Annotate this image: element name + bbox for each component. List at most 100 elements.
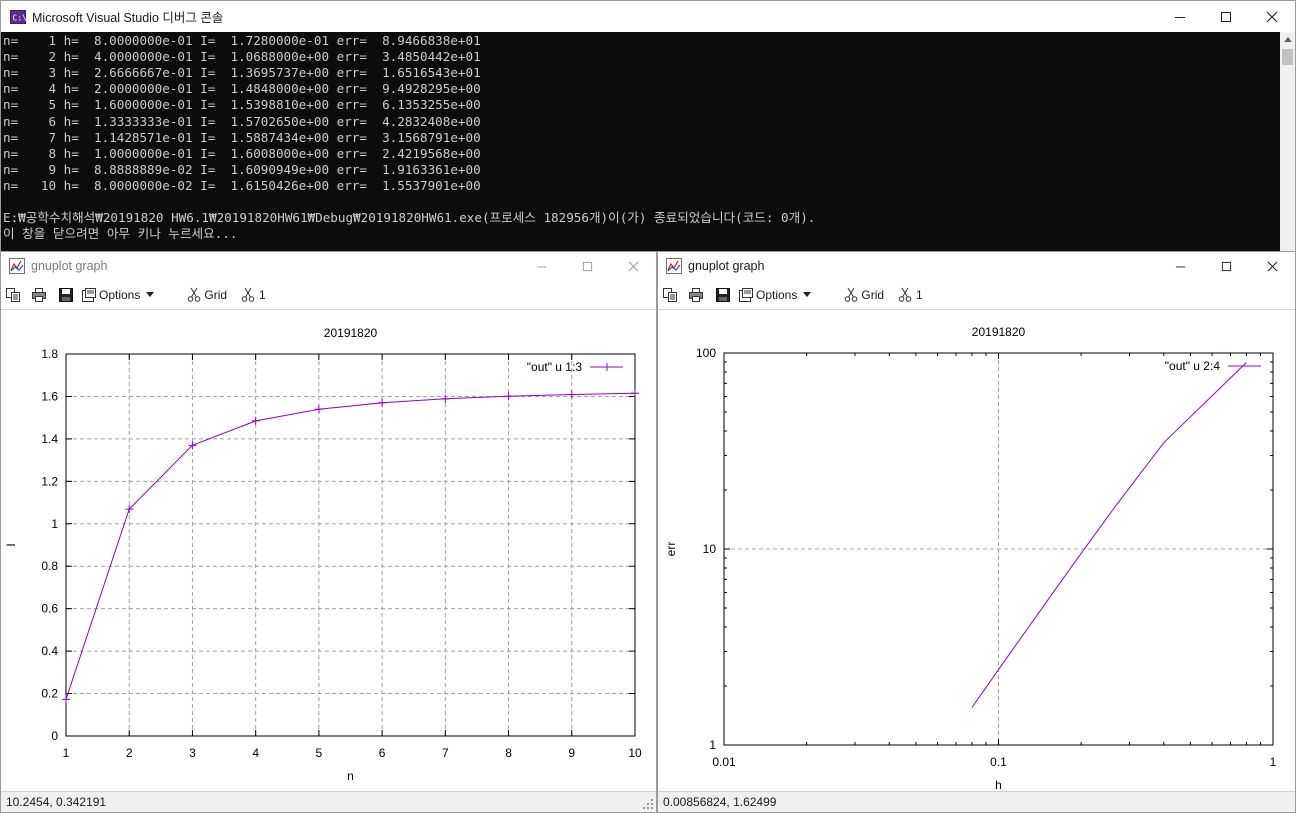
data-point-marker — [314, 405, 323, 414]
gnuplot-title: gnuplot graph — [688, 259, 765, 273]
x-axis-label: h — [995, 778, 1002, 792]
close-icon — [1267, 261, 1277, 271]
options-icon — [739, 287, 753, 302]
y-tick-label: 0 — [51, 729, 58, 743]
chart-title: 20191820 — [324, 326, 378, 340]
maximize-button[interactable] — [1203, 252, 1249, 280]
scrollbar-thumb[interactable] — [1282, 49, 1293, 65]
console-line: n= 5 h= 1.6000000e-01 I= 1.5398810e+00 e… — [3, 97, 481, 113]
copy-icon — [663, 287, 677, 302]
plot-canvas[interactable]: 1 2 3 4 5 6 7 8 9 10 0 0.2 0.4 0.6 0.8 1 1.2 1.4 1.6 1.8 201… — [1, 309, 656, 791]
close-button[interactable] — [1249, 252, 1295, 280]
grid-button-icon-wrap[interactable] — [843, 284, 859, 306]
scissors-icon — [845, 287, 858, 302]
x-tick-label: 5 — [316, 746, 323, 760]
resize-grip-icon[interactable] — [642, 798, 654, 810]
console-line: 이 창을 닫으려면 아무 키나 누르세요... — [3, 226, 238, 242]
x-tick-label: 8 — [505, 746, 512, 760]
y-tick-label: 0.2 — [41, 687, 58, 701]
data-point-marker — [62, 695, 70, 704]
floppy-disk-icon — [59, 287, 73, 302]
scroll-up-arrow-icon[interactable] — [1280, 32, 1295, 47]
grid-toggle-button[interactable]: Grid — [204, 288, 227, 302]
gnuplot-toolbar: Options Grid 1 — [1, 281, 656, 308]
plot-border — [65, 353, 636, 737]
close-button[interactable] — [1249, 1, 1295, 32]
options-button[interactable] — [79, 284, 99, 306]
minimize-button[interactable] — [518, 252, 564, 280]
plot-1-toggle-button[interactable]: 1 — [259, 288, 266, 302]
x-tick-label: 2 — [126, 746, 133, 760]
svg-text:C:\: C:\ — [13, 13, 27, 22]
console-line: n= 2 h= 4.0000000e-01 I= 1.0688000e+00 e… — [3, 49, 481, 65]
dropdown-arrow-icon[interactable] — [803, 292, 812, 297]
grid-toggle-button[interactable]: Grid — [861, 288, 884, 302]
chart-title: 20191820 — [972, 325, 1026, 339]
gnuplot-window-1[interactable]: gnuplot graph Options Grid 1 12345 6 7 8… — [0, 251, 657, 813]
minimize-button[interactable] — [1157, 252, 1203, 280]
x-tick-label: 0.01 — [712, 755, 736, 769]
minimize-button[interactable] — [1157, 1, 1203, 32]
copy-button[interactable] — [1, 284, 25, 306]
minimize-icon — [1175, 266, 1185, 267]
maximize-button[interactable] — [1203, 1, 1249, 32]
minimize-icon — [1175, 16, 1185, 18]
plot-1-toggle-button[interactable]: 1 — [916, 288, 923, 302]
options-button[interactable] — [736, 284, 756, 306]
maximize-icon — [1221, 261, 1231, 271]
series-line — [971, 362, 1247, 708]
console-title-bar[interactable]: C:\ Microsoft Visual Studio 디버그 콘솔 — [1, 1, 1295, 32]
gnuplot-title-bar[interactable]: gnuplot graph — [1, 252, 656, 280]
console-output[interactable]: n= 1 h= 8.0000000e-01 I= 1.7280000e-01 e… — [1, 32, 1281, 252]
copy-button[interactable] — [658, 284, 682, 306]
options-menu-label[interactable]: Options — [99, 288, 140, 302]
gnuplot-title-bar[interactable]: gnuplot graph — [658, 252, 1295, 280]
x-tick-label: 6 — [379, 746, 386, 760]
console-line: n= 8 h= 1.0000000e-01 I= 1.6008000e+00 e… — [3, 145, 481, 161]
status-bar: 0.00856824, 1.62499 — [658, 791, 1295, 812]
printer-icon — [689, 287, 703, 302]
close-icon — [1266, 11, 1278, 22]
x-tick-label: 0.1 — [990, 755, 1007, 769]
save-button[interactable] — [53, 284, 79, 306]
data-point-marker — [504, 392, 513, 401]
console-line: n= 6 h= 1.3333333e-01 I= 1.5702650e+00 e… — [3, 113, 481, 129]
plot-toggle-icon-wrap[interactable] — [240, 284, 256, 306]
console-line: n= 10 h= 8.0000000e-02 I= 1.6150426e+00 … — [3, 177, 481, 193]
plot-canvas[interactable]: 0.01 0.1 1 1 10 100 20191820 h err "out" u 2:4 — [658, 309, 1295, 792]
console-scrollbar[interactable] — [1280, 32, 1295, 252]
console-line: E:₩공학수치해석₩20191820 HW6.1₩20191820HW61₩De… — [3, 210, 816, 226]
y-tick-label: 1.8 — [41, 347, 58, 361]
data-point-marker — [251, 416, 260, 425]
scissors-icon — [241, 287, 255, 302]
maximize-button[interactable] — [564, 252, 610, 280]
legend-marker — [603, 363, 611, 371]
plot-toggle-icon-wrap[interactable] — [897, 284, 913, 306]
console-line: n= 3 h= 2.6666667e-01 I= 1.3695737e+00 e… — [3, 65, 481, 81]
grid-button-icon-wrap[interactable] — [186, 284, 202, 306]
console-line: n= 4 h= 2.0000000e-01 I= 1.4848000e+00 e… — [3, 81, 481, 97]
legend-entry-label: "out" u 2:4 — [1165, 359, 1221, 373]
scissors-icon — [898, 287, 912, 302]
chart-I-vs-n: 1 2 3 4 5 6 7 8 9 10 0 0.2 0.4 0.6 0.8 1 1.2 1.4 1.6 1.8 201… — [4, 326, 642, 783]
y-tick-label: 0.4 — [41, 644, 58, 658]
debug-console-window[interactable]: C:\ Microsoft Visual Studio 디버그 콘솔 n= 1 … — [0, 0, 1296, 252]
dropdown-arrow-icon[interactable] — [146, 292, 155, 297]
close-button[interactable] — [610, 252, 656, 280]
options-menu-label[interactable]: Options — [756, 288, 797, 302]
chart-err-vs-h: 0.01 0.1 1 1 10 100 20191820 h err "out" u 2:4 — [664, 325, 1277, 792]
maximize-icon — [582, 261, 592, 271]
y-tick-label: 100 — [696, 346, 716, 360]
y-tick-label: 1.6 — [41, 389, 58, 403]
print-button[interactable] — [682, 284, 710, 306]
x-tick-label: 10 — [628, 746, 642, 760]
x-tick-label: 9 — [568, 746, 575, 760]
gnuplot-window-2[interactable]: gnuplot graph Options Grid 1 0.01 0.1 1 … — [657, 251, 1296, 813]
y-axis-label: I — [4, 543, 18, 546]
console-line: n= 7 h= 1.1428571e-01 I= 1.5887434e+00 e… — [3, 129, 481, 145]
save-button[interactable] — [710, 284, 736, 306]
legend-entry-label: "out" u 1:3 — [527, 360, 583, 374]
x-tick-label: 7 — [442, 746, 449, 760]
print-button[interactable] — [25, 284, 53, 306]
y-tick-label: 0.6 — [41, 602, 58, 616]
